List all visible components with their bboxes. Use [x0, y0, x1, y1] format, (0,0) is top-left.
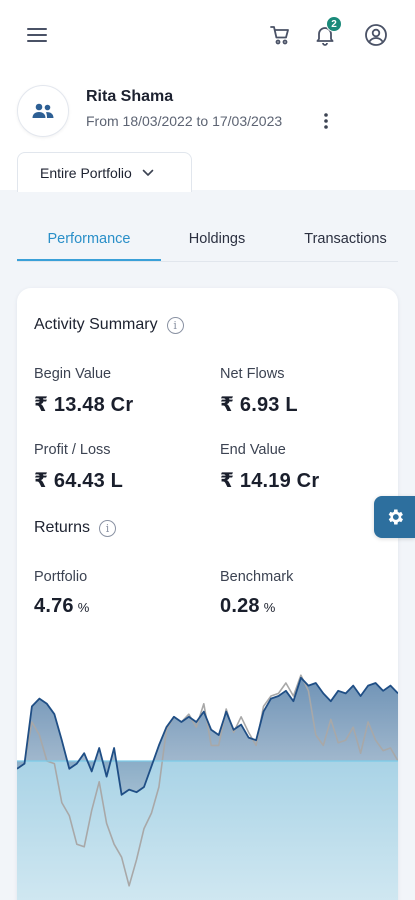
users-icon [32, 103, 54, 118]
more-vertical-icon[interactable] [316, 110, 336, 132]
gear-icon [388, 509, 403, 525]
benchmark-return-value: 0.28 [220, 595, 260, 617]
begin-value: ₹ 13.48 Cr [34, 394, 134, 416]
profit-loss-label: Profit / Loss [34, 442, 111, 458]
portfolio-return-value: 4.76 [34, 595, 74, 617]
tab-transactions[interactable]: Transactions [292, 218, 399, 262]
portfolio-return-label: Portfolio [34, 569, 88, 585]
profile-header: Rita Shama From 18/03/2022 to 17/03/2023 [0, 80, 415, 154]
portfolio-selector[interactable]: Entire Portfolio [17, 152, 192, 192]
benchmark-return: 0.28% [220, 595, 276, 618]
percent-unit: % [263, 600, 276, 615]
client-name: Rita Shama [86, 88, 174, 105]
chart-base-area [17, 761, 398, 900]
notification-badge: 2 [326, 16, 342, 32]
tab-bar: Performance Holdings Transactions [0, 218, 415, 262]
active-tab-indicator [17, 259, 161, 261]
chevron-down-icon [142, 169, 154, 176]
date-range: From 18/03/2022 to 17/03/2023 [86, 113, 283, 129]
performance-card: Activity Summary i Begin Value ₹ 13.48 C… [17, 288, 398, 900]
info-icon[interactable]: i [99, 519, 117, 537]
percent-unit: % [77, 600, 90, 615]
portfolio-selector-label: Entire Portfolio [40, 164, 132, 181]
bell-icon[interactable]: 2 [310, 16, 342, 50]
cart-icon[interactable] [265, 20, 295, 50]
net-flows-label: Net Flows [220, 366, 285, 382]
tab-divider [17, 261, 398, 262]
end-value-label: End Value [220, 442, 286, 458]
returns-heading: Returns i [34, 519, 117, 537]
avatar[interactable] [17, 85, 69, 137]
returns-title: Returns [34, 519, 91, 536]
top-bar: 2 [0, 0, 415, 72]
info-icon[interactable]: i [166, 316, 184, 334]
user-circle-icon[interactable] [361, 20, 391, 50]
returns-chart [17, 674, 398, 900]
portfolio-return: 4.76% [34, 595, 90, 618]
menu-icon[interactable] [22, 20, 52, 50]
activity-summary-heading: Activity Summary i [34, 316, 184, 334]
end-value: ₹ 14.19 Cr [220, 470, 320, 492]
profit-loss-value: ₹ 64.43 L [34, 470, 124, 492]
net-flows-value: ₹ 6.93 L [220, 394, 298, 416]
activity-summary-title: Activity Summary [34, 316, 158, 333]
tab-performance[interactable]: Performance [17, 218, 161, 262]
settings-button[interactable] [374, 496, 415, 538]
tab-holdings[interactable]: Holdings [170, 218, 264, 262]
benchmark-return-label: Benchmark [220, 569, 294, 585]
begin-value-label: Begin Value [34, 366, 112, 382]
